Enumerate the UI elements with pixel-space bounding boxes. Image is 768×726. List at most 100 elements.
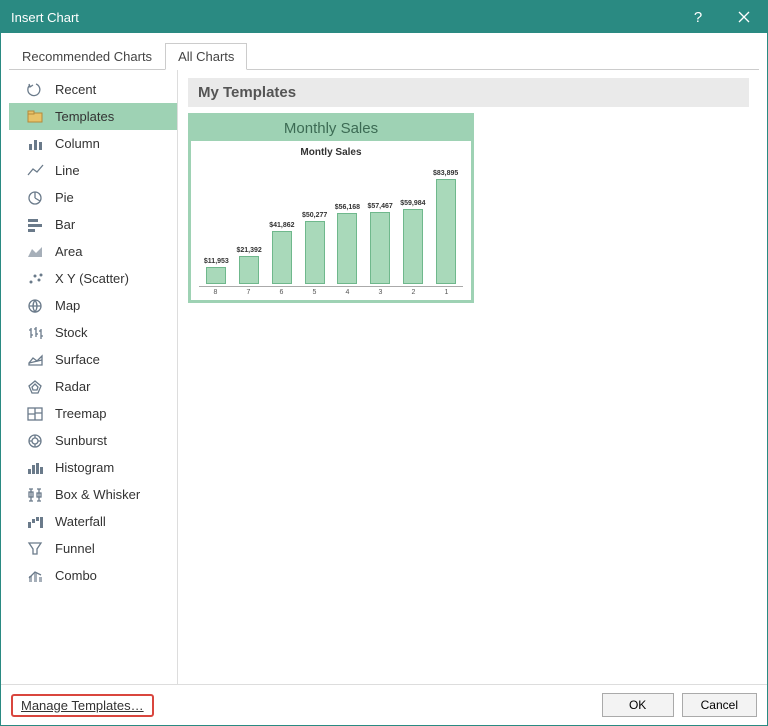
sidebar-item-templates[interactable]: Templates (9, 103, 177, 130)
chart-bar-label: $57,467 (367, 203, 392, 210)
surface-icon (25, 351, 47, 369)
chart-bar-label: $59,984 (400, 200, 425, 207)
sidebar-item-stock[interactable]: Stock (9, 319, 177, 346)
window-title: Insert Chart (11, 10, 675, 25)
sidebar-item-label: Combo (55, 568, 97, 583)
content-area: Recent Templates Column Line Pie Bar Area X Y (… (9, 70, 759, 684)
chart-x-tick: 6 (265, 289, 298, 296)
titlebar: Insert Chart ? (1, 1, 767, 33)
main-panel: My Templates Monthly Sales Montly Sales … (178, 70, 759, 684)
sidebar-item-funnel[interactable]: Funnel (9, 535, 177, 562)
chart-bar: $83,895 (432, 170, 459, 284)
chart-bar: $59,984 (400, 200, 427, 284)
close-icon (738, 11, 750, 23)
dialog-footer: Manage Templates… OK Cancel (1, 684, 767, 725)
tab-all-charts[interactable]: All Charts (165, 43, 247, 70)
column-icon (25, 135, 47, 153)
chart-bar-rect (436, 179, 456, 284)
chart-bar-label: $11,953 (204, 258, 229, 265)
sidebar-item-label: Line (55, 163, 80, 178)
template-card-monthly-sales[interactable]: Monthly Sales Montly Sales $11,953$21,39… (188, 113, 474, 303)
chart-x-tick: 7 (232, 289, 265, 296)
insert-chart-dialog: Insert Chart ? Recommended Charts All Ch… (0, 0, 768, 726)
dialog-body: Recommended Charts All Charts Recent Temp… (1, 33, 767, 684)
sidebar-item-waterfall[interactable]: Waterfall (9, 508, 177, 535)
chart-bar-rect (206, 267, 226, 284)
chart-x-tick: 4 (331, 289, 364, 296)
sidebar-item-pie[interactable]: Pie (9, 184, 177, 211)
map-icon (25, 297, 47, 315)
recent-icon (25, 81, 47, 99)
histogram-icon (25, 459, 47, 477)
chart-bar-label: $41,862 (269, 222, 294, 229)
ok-button[interactable]: OK (602, 693, 674, 717)
chart-bar-rect (239, 256, 259, 284)
sidebar-item-surface[interactable]: Surface (9, 346, 177, 373)
sidebar-item-recent[interactable]: Recent (9, 76, 177, 103)
sidebar-item-label: Box & Whisker (55, 487, 140, 502)
chart-bar-label: $83,895 (433, 170, 458, 177)
manage-templates-link[interactable]: Manage Templates… (17, 695, 148, 716)
sidebar-item-area[interactable]: Area (9, 238, 177, 265)
pie-icon (25, 189, 47, 207)
sidebar-item-line[interactable]: Line (9, 157, 177, 184)
scatter-icon (25, 270, 47, 288)
sidebar-item-label: Column (55, 136, 100, 151)
sidebar-item-radar[interactable]: Radar (9, 373, 177, 400)
sidebar-item-label: Templates (55, 109, 114, 124)
sidebar-item-map[interactable]: Map (9, 292, 177, 319)
cancel-button[interactable]: Cancel (682, 693, 757, 717)
chart-bar: $21,392 (236, 247, 263, 284)
chart-x-tick: 2 (397, 289, 430, 296)
sidebar-item-label: Bar (55, 217, 75, 232)
stock-icon (25, 324, 47, 342)
chart-bar-label: $56,168 (335, 204, 360, 211)
chart-bar: $56,168 (334, 204, 361, 284)
chart-x-tick: 3 (364, 289, 397, 296)
close-button[interactable] (721, 1, 767, 33)
radar-icon (25, 378, 47, 396)
sidebar-item-x-y-scatter-[interactable]: X Y (Scatter) (9, 265, 177, 292)
sidebar-item-treemap[interactable]: Treemap (9, 400, 177, 427)
sidebar-item-label: Stock (55, 325, 88, 340)
sidebar-item-label: Radar (55, 379, 90, 394)
sidebar-item-label: X Y (Scatter) (55, 271, 129, 286)
chart-bar-label: $21,392 (236, 247, 261, 254)
chart-bar: $41,862 (269, 222, 296, 284)
sidebar-item-label: Area (55, 244, 82, 259)
chart-x-axis: 87654321 (199, 286, 463, 296)
sidebar-item-sunburst[interactable]: Sunburst (9, 427, 177, 454)
chart-bar: $57,467 (367, 203, 394, 284)
sidebar-item-combo[interactable]: Combo (9, 562, 177, 589)
sunburst-icon (25, 432, 47, 450)
sidebar-item-label: Histogram (55, 460, 114, 475)
chart-x-tick: 5 (298, 289, 331, 296)
chart-bar-rect (272, 231, 292, 284)
manage-templates-highlight: Manage Templates… (11, 694, 154, 717)
sidebar-item-label: Treemap (55, 406, 107, 421)
tab-recommended-charts[interactable]: Recommended Charts (9, 43, 165, 70)
chart-bar-rect (305, 221, 325, 284)
section-title: My Templates (188, 78, 749, 107)
chart-title: Montly Sales (199, 147, 463, 158)
chart-bars: $11,953 $21,392 $41,862 $50,277 $56,168 $57,4… (199, 164, 463, 284)
chart-bar-label: $50,277 (302, 212, 327, 219)
area-icon (25, 243, 47, 261)
chart-bar: $11,953 (203, 258, 230, 284)
chart-x-tick: 1 (430, 289, 463, 296)
sidebar-item-label: Map (55, 298, 80, 313)
chart-bar: $50,277 (301, 212, 328, 284)
help-button[interactable]: ? (675, 1, 721, 33)
templates-icon (25, 108, 47, 126)
sidebar-item-label: Surface (55, 352, 100, 367)
sidebar-item-label: Waterfall (55, 514, 106, 529)
treemap-icon (25, 405, 47, 423)
sidebar-item-histogram[interactable]: Histogram (9, 454, 177, 481)
sidebar-item-column[interactable]: Column (9, 130, 177, 157)
sidebar-item-bar[interactable]: Bar (9, 211, 177, 238)
sidebar-item-box-whisker[interactable]: Box & Whisker (9, 481, 177, 508)
sidebar-item-label: Funnel (55, 541, 95, 556)
chart-type-sidebar: Recent Templates Column Line Pie Bar Area X Y (… (9, 70, 178, 684)
tabstrip: Recommended Charts All Charts (9, 41, 759, 70)
sidebar-item-label: Pie (55, 190, 74, 205)
